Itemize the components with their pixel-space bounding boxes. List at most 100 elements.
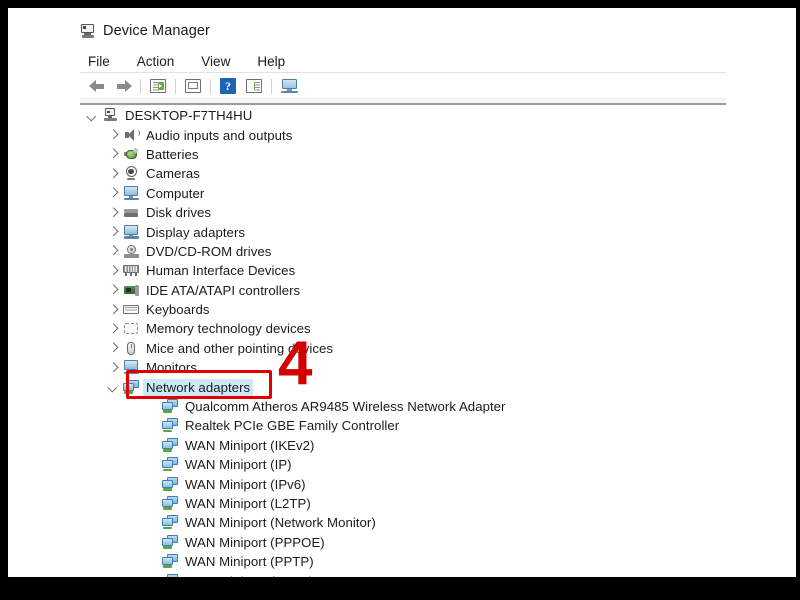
chevron-down-icon[interactable] [107, 381, 120, 394]
chevron-placeholder [146, 536, 159, 549]
chevron-placeholder [146, 400, 159, 413]
window-title: Device Manager [103, 23, 210, 39]
tree-node[interactable]: Qualcomm Atheros AR9485 Wireless Network… [80, 397, 780, 416]
tree-node-label: Monitors [146, 360, 197, 376]
network-adapter-icon [161, 399, 179, 414]
network-adapter-icon [161, 418, 179, 433]
chevron-right-icon[interactable] [107, 342, 120, 355]
computer-node-icon [101, 108, 119, 123]
tree-node[interactable]: DVD/CD-ROM drives [80, 242, 780, 261]
tree-node-label: DVD/CD-ROM drives [146, 243, 272, 259]
network-adapter-icon [161, 496, 179, 511]
mouse-icon [122, 341, 140, 356]
network-adapter-icon [161, 476, 179, 492]
tree-node[interactable]: WAN Miniport (IKEv2) [80, 436, 780, 455]
network-adapter-icon [161, 437, 179, 453]
network-adapter-icon [161, 554, 179, 569]
keyboard-icon [122, 302, 140, 317]
camera-icon [122, 166, 140, 181]
tree-node-label: Human Interface Devices [146, 263, 296, 279]
tree-node-label: Realtek PCIe GBE Family Controller [185, 418, 400, 434]
chevron-right-icon[interactable] [107, 303, 120, 316]
chevron-placeholder [146, 516, 159, 529]
tree-node-label: IDE ATA/ATAPI controllers [146, 282, 301, 298]
chevron-right-icon[interactable] [107, 187, 120, 200]
tree-node-label: DESKTOP-F7TH4HU [125, 108, 253, 124]
back-button[interactable] [84, 76, 110, 97]
tree-node[interactable]: WAN Miniport (IP) [80, 455, 780, 474]
tree-node[interactable]: Keyboards [80, 300, 780, 319]
forward-button[interactable] [110, 76, 136, 97]
chevron-down-icon[interactable] [86, 109, 99, 122]
network-adapter-icon [161, 515, 179, 530]
chevron-right-icon[interactable] [107, 206, 120, 219]
properties-icon [185, 79, 201, 93]
menu-item-action[interactable]: Action [137, 54, 175, 69]
tree-node-label: Display adapters [146, 224, 246, 240]
chevron-right-icon[interactable] [107, 148, 120, 161]
tree-node[interactable]: Display adapters [80, 222, 780, 241]
tree-node-label: WAN Miniport (Network Monitor) [185, 515, 376, 531]
hid-icon [122, 263, 140, 278]
chevron-right-icon[interactable] [107, 245, 120, 258]
tree-node-label: WAN Miniport (L2TP) [185, 496, 311, 511]
tree-root-node[interactable]: DESKTOP-F7TH4HU [80, 106, 780, 125]
scan-hardware-changes-button[interactable] [241, 76, 267, 97]
chevron-right-icon[interactable] [107, 264, 120, 277]
update-driver-button[interactable] [276, 76, 302, 97]
tree-node[interactable]: WAN Miniport (Network Monitor) [80, 513, 780, 532]
properties-button[interactable] [180, 76, 206, 97]
tree-node[interactable]: Disk drives [80, 203, 780, 222]
chevron-right-icon[interactable] [107, 129, 120, 142]
device-manager-icon [80, 23, 95, 39]
network-adapter-icon [161, 457, 179, 472]
speaker-icon [122, 128, 140, 143]
chevron-right-icon[interactable] [107, 226, 120, 239]
tree-node[interactable]: Monitors [80, 358, 780, 377]
memory-device-icon [122, 321, 140, 336]
menu-item-help[interactable]: Help [257, 54, 285, 69]
tree-node-label: Qualcomm Atheros AR9485 Wireless Network… [185, 399, 506, 415]
tree-node[interactable]: WAN Miniport (PPPOE) [80, 533, 780, 552]
bottom-border [0, 577, 800, 600]
tree-node[interactable]: Cameras [80, 164, 780, 183]
tree-node[interactable]: Network adapters [80, 377, 780, 396]
menu-item-file[interactable]: File [88, 54, 110, 69]
tree-node[interactable]: Audio inputs and outputs [80, 125, 780, 144]
toolbar-separator [175, 78, 176, 94]
show-hide-console-tree-button[interactable] [145, 76, 171, 97]
monitor-icon [122, 185, 140, 201]
tree-node[interactable]: Batteries [80, 145, 780, 164]
right-arrow-icon [115, 79, 132, 93]
chevron-right-icon[interactable] [107, 322, 120, 335]
toolbar-separator [271, 78, 272, 94]
tree-node-label: Keyboards [146, 302, 210, 318]
tree-node[interactable]: WAN Miniport (IPv6) [80, 474, 780, 493]
chevron-placeholder [146, 478, 159, 491]
tree-node[interactable]: Realtek PCIe GBE Family Controller [80, 416, 780, 435]
tree-node[interactable]: Memory technology devices [80, 319, 780, 338]
tree-node-label: Network adapters [143, 378, 254, 396]
tree-node[interactable]: IDE ATA/ATAPI controllers [80, 281, 780, 300]
tree-node[interactable]: WAN Miniport (PPTP) [80, 552, 780, 571]
tree-node[interactable]: WAN Miniport (L2TP) [80, 494, 780, 513]
tree-node[interactable]: Computer [80, 184, 780, 203]
toolbar: ? [84, 75, 302, 97]
help-button[interactable]: ? [215, 76, 241, 97]
tree-node-label: Computer [146, 185, 205, 201]
disk-drive-icon [122, 205, 140, 220]
menu-bar: File Action View Help [88, 51, 285, 71]
menu-item-view[interactable]: View [201, 54, 230, 69]
tree-node[interactable]: Human Interface Devices [80, 261, 780, 280]
chevron-right-icon[interactable] [107, 361, 120, 374]
chevron-placeholder [146, 458, 159, 471]
chevron-right-icon[interactable] [107, 284, 120, 297]
tree-node[interactable]: Mice and other pointing devices [80, 339, 780, 358]
monitor-icon [280, 78, 299, 94]
device-tree[interactable]: DESKTOP-F7TH4HU Audio inputs and outputs B… [80, 106, 780, 585]
network-adapter-icon [161, 534, 179, 550]
ide-controller-icon [122, 283, 140, 298]
chevron-placeholder [146, 497, 159, 510]
dvd-drive-icon [122, 244, 140, 259]
chevron-right-icon[interactable] [107, 167, 120, 180]
